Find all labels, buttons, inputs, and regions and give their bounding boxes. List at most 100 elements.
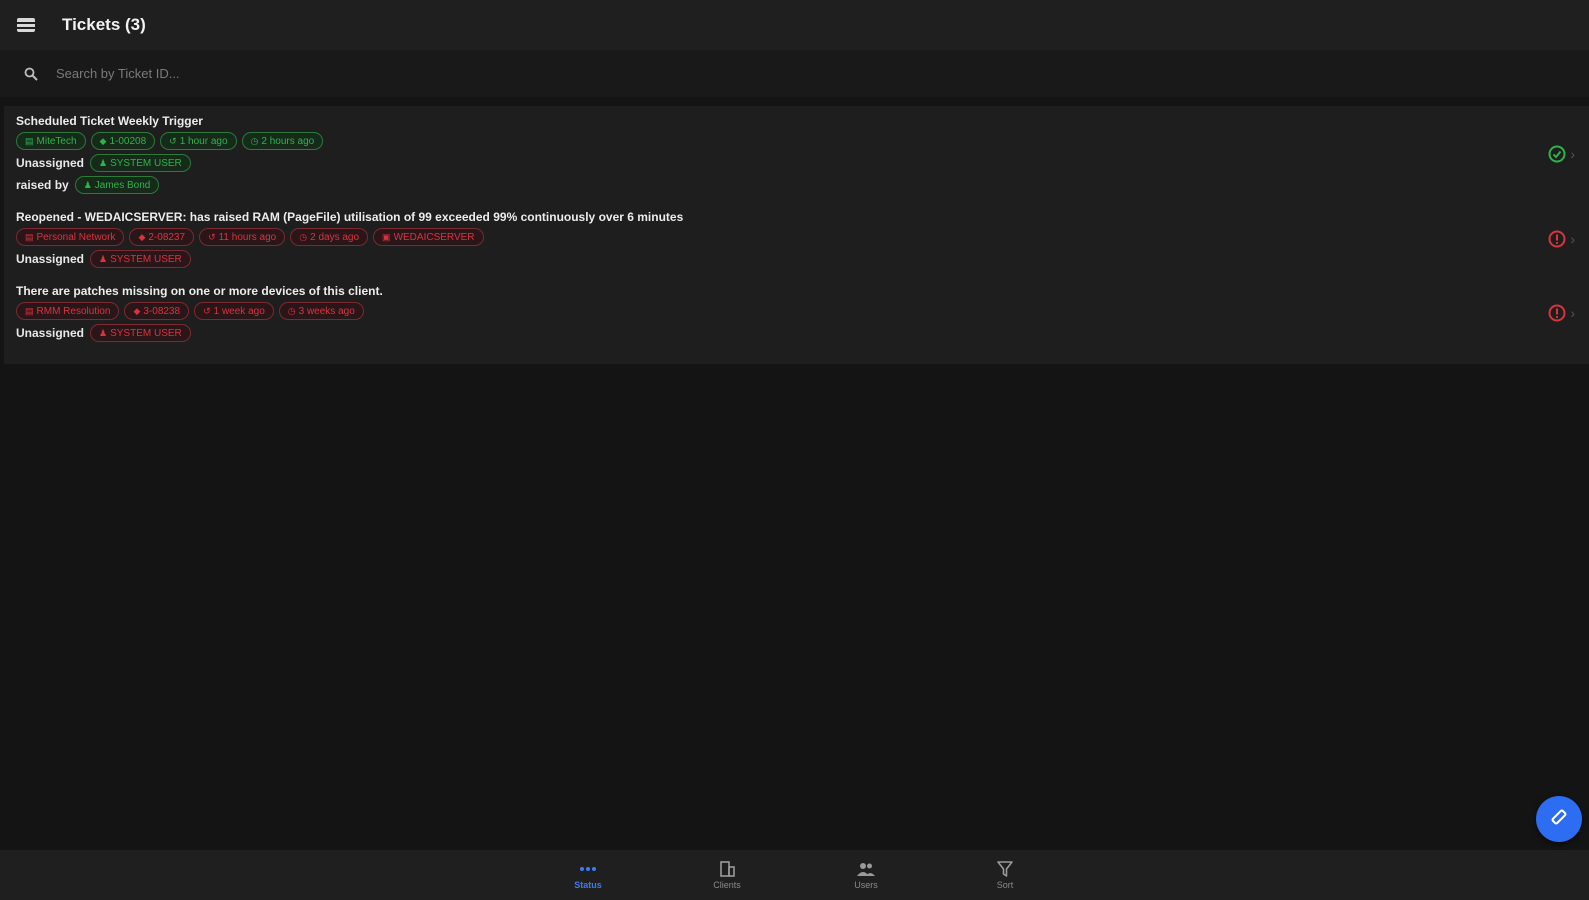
bottom-navigation: Status Clients Users Sort <box>0 850 1589 900</box>
ticket-status: › <box>1548 145 1575 163</box>
created-chip: ◷ 2 hours ago <box>241 132 324 150</box>
ticket-chip-row: ▤ Personal Network ◆ 2-08237 ↺ 11 hours … <box>16 228 1577 246</box>
tag-icon: ◆ <box>133 305 141 316</box>
chip-label: 2 hours ago <box>261 135 315 147</box>
ticket-chip-row: ▤ RMM Resolution ◆ 3-08238 ↺ 1 week ago … <box>16 302 1577 320</box>
created-chip: ◷ 3 weeks ago <box>278 302 364 320</box>
search-input[interactable] <box>54 65 658 82</box>
tag-icon: ◆ <box>138 231 146 242</box>
search-icon <box>24 67 38 81</box>
users-icon <box>856 860 876 878</box>
filter-icon <box>996 860 1014 878</box>
nav-users[interactable]: Users <box>831 850 901 900</box>
chevron-right-icon: › <box>1570 305 1575 321</box>
ticket-list: Scheduled Ticket Weekly Trigger ▤ MiteTe… <box>4 106 1589 364</box>
chip-label: WEDAICSERVER <box>393 231 475 243</box>
nav-clients[interactable]: Clients <box>692 850 762 900</box>
device-chip: ▣ WEDAICSERVER <box>373 228 484 246</box>
chip-label: 11 hours ago <box>218 231 277 243</box>
assignee-label: Unassigned <box>16 252 85 266</box>
alert-circle-icon <box>1548 304 1566 322</box>
nav-status[interactable]: Status <box>553 850 623 900</box>
assignee-label: Unassigned <box>16 156 85 170</box>
chip-label: SYSTEM USER <box>110 327 182 339</box>
ticket-chip-row: ▤ MiteTech ◆ 1-00208 ↺ 1 hour ago ◷ 2 ho… <box>16 132 1577 150</box>
ticket-item[interactable]: Reopened - WEDAICSERVER: has raised RAM … <box>4 202 1589 276</box>
history-icon: ↺ <box>208 231 216 242</box>
chip-label: 1-00208 <box>109 135 147 147</box>
nav-label: Users <box>854 880 878 890</box>
app-root: Tickets (3) Scheduled Ticket Weekly Trig… <box>0 0 1589 900</box>
menu-button[interactable] <box>0 0 52 50</box>
clock-icon: ◷ <box>250 135 259 146</box>
tag-icon: ◆ <box>99 135 107 146</box>
monitor-icon: ▣ <box>382 231 391 242</box>
assignee-row: Unassigned ♟ SYSTEM USER <box>16 154 1577 172</box>
menu-icon <box>17 18 35 32</box>
chip-label: 3 weeks ago <box>298 305 355 317</box>
building-icon: ▤ <box>25 305 34 316</box>
dots-icon <box>579 860 597 878</box>
clock-icon: ◷ <box>287 305 296 316</box>
ticket-item[interactable]: Scheduled Ticket Weekly Trigger ▤ MiteTe… <box>4 106 1589 202</box>
client-chip: ▤ MiteTech <box>16 132 86 150</box>
ticket-id-chip: ◆ 2-08237 <box>129 228 195 246</box>
new-ticket-fab[interactable] <box>1536 796 1582 842</box>
person-icon: ♟ <box>99 157 108 168</box>
person-icon: ♟ <box>99 253 108 264</box>
chip-label: 2-08237 <box>148 231 186 243</box>
assignee-row: Unassigned ♟ SYSTEM USER <box>16 250 1577 268</box>
raised-by-label: raised by <box>16 178 69 192</box>
history-icon: ↺ <box>169 135 177 146</box>
chip-label: 1 hour ago <box>179 135 228 147</box>
ticket-status: › <box>1548 304 1575 322</box>
nav-sort[interactable]: Sort <box>970 850 1040 900</box>
clock-icon: ◷ <box>299 231 308 242</box>
chip-label: 1 week ago <box>213 305 265 317</box>
client-chip: ▤ RMM Resolution <box>16 302 120 320</box>
chevron-right-icon: › <box>1570 146 1575 162</box>
assignee-chip: ♟ SYSTEM USER <box>90 154 191 172</box>
history-icon: ↺ <box>203 305 211 316</box>
building-icon: ▤ <box>25 135 34 146</box>
nav-label: Status <box>574 880 602 890</box>
assignee-chip: ♟ SYSTEM USER <box>90 324 191 342</box>
raised-by-row: raised by ♟ James Bond <box>16 176 1577 194</box>
nav-label: Sort <box>996 880 1014 890</box>
search-bar <box>0 50 1589 97</box>
created-chip: ◷ 2 days ago <box>290 228 369 246</box>
chip-label: 3-08238 <box>143 305 181 317</box>
updated-chip: ↺ 1 hour ago <box>160 132 237 150</box>
assignee-chip: ♟ SYSTEM USER <box>90 250 191 268</box>
chip-label: SYSTEM USER <box>110 253 182 265</box>
ticket-title: There are patches missing on one or more… <box>16 284 383 298</box>
chip-label: MiteTech <box>36 135 77 147</box>
clients-icon <box>718 860 736 878</box>
ticket-id-chip: ◆ 1-00208 <box>90 132 156 150</box>
person-icon: ♟ <box>99 327 108 338</box>
ticket-id-chip: ◆ 3-08238 <box>124 302 190 320</box>
chip-label: 2 days ago <box>310 231 360 243</box>
assignee-row: Unassigned ♟ SYSTEM USER <box>16 324 1577 342</box>
chip-label: SYSTEM USER <box>110 157 182 169</box>
chevron-right-icon: › <box>1570 231 1575 247</box>
assignee-label: Unassigned <box>16 326 85 340</box>
nav-label: Clients <box>713 880 741 890</box>
ticket-item[interactable]: There are patches missing on one or more… <box>4 276 1589 350</box>
ticket-icon <box>1549 807 1569 832</box>
person-icon: ♟ <box>83 179 92 190</box>
ticket-title: Reopened - WEDAICSERVER: has raised RAM … <box>16 210 684 224</box>
client-chip: ▤ Personal Network <box>16 228 125 246</box>
alert-circle-icon <box>1548 230 1566 248</box>
updated-chip: ↺ 1 week ago <box>194 302 274 320</box>
top-app-bar: Tickets (3) <box>0 0 1589 50</box>
chip-label: Personal Network <box>36 231 116 243</box>
raised-by-chip: ♟ James Bond <box>74 176 160 194</box>
updated-chip: ↺ 11 hours ago <box>199 228 286 246</box>
ticket-status: › <box>1548 230 1575 248</box>
ticket-title: Scheduled Ticket Weekly Trigger <box>16 114 203 128</box>
chip-label: RMM Resolution <box>36 305 111 317</box>
page-title: Tickets (3) <box>62 15 146 34</box>
check-circle-icon <box>1548 145 1566 163</box>
building-icon: ▤ <box>25 231 34 242</box>
